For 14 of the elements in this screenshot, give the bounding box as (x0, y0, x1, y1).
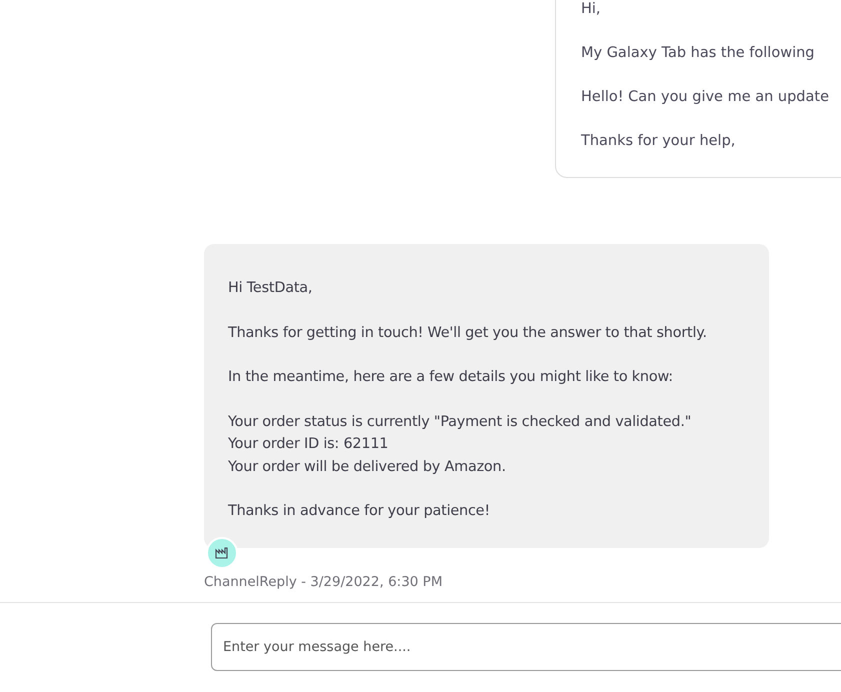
message-text: Thanks for getting in touch! We'll get you the answer to that shortly. (228, 324, 708, 342)
message-text: Your order status is currently "Payment is checked and validated." (228, 412, 692, 432)
message-text: In the meantime, here are a few details you might like to know: (228, 368, 674, 387)
message-text: Hi TestData, (228, 279, 314, 298)
message-text: Your order will be delivered by Amazon. (228, 458, 507, 476)
message-meta: ChannelReply - 3/29/2022, 6:30 PM (204, 574, 444, 590)
message-text: Thanks for your help, (581, 132, 736, 151)
message-text: My Galaxy Tab has the following (581, 44, 816, 63)
message-text: Hi, (581, 0, 602, 19)
message-input[interactable]: Enter your message here.... (211, 623, 841, 671)
message-text: Your order ID is: 62111 (228, 435, 390, 454)
message-text: Hello! Can you give me an update (581, 88, 830, 107)
message-text: Thanks in advance for your patience! (228, 502, 491, 521)
avatar-icon (206, 537, 238, 569)
